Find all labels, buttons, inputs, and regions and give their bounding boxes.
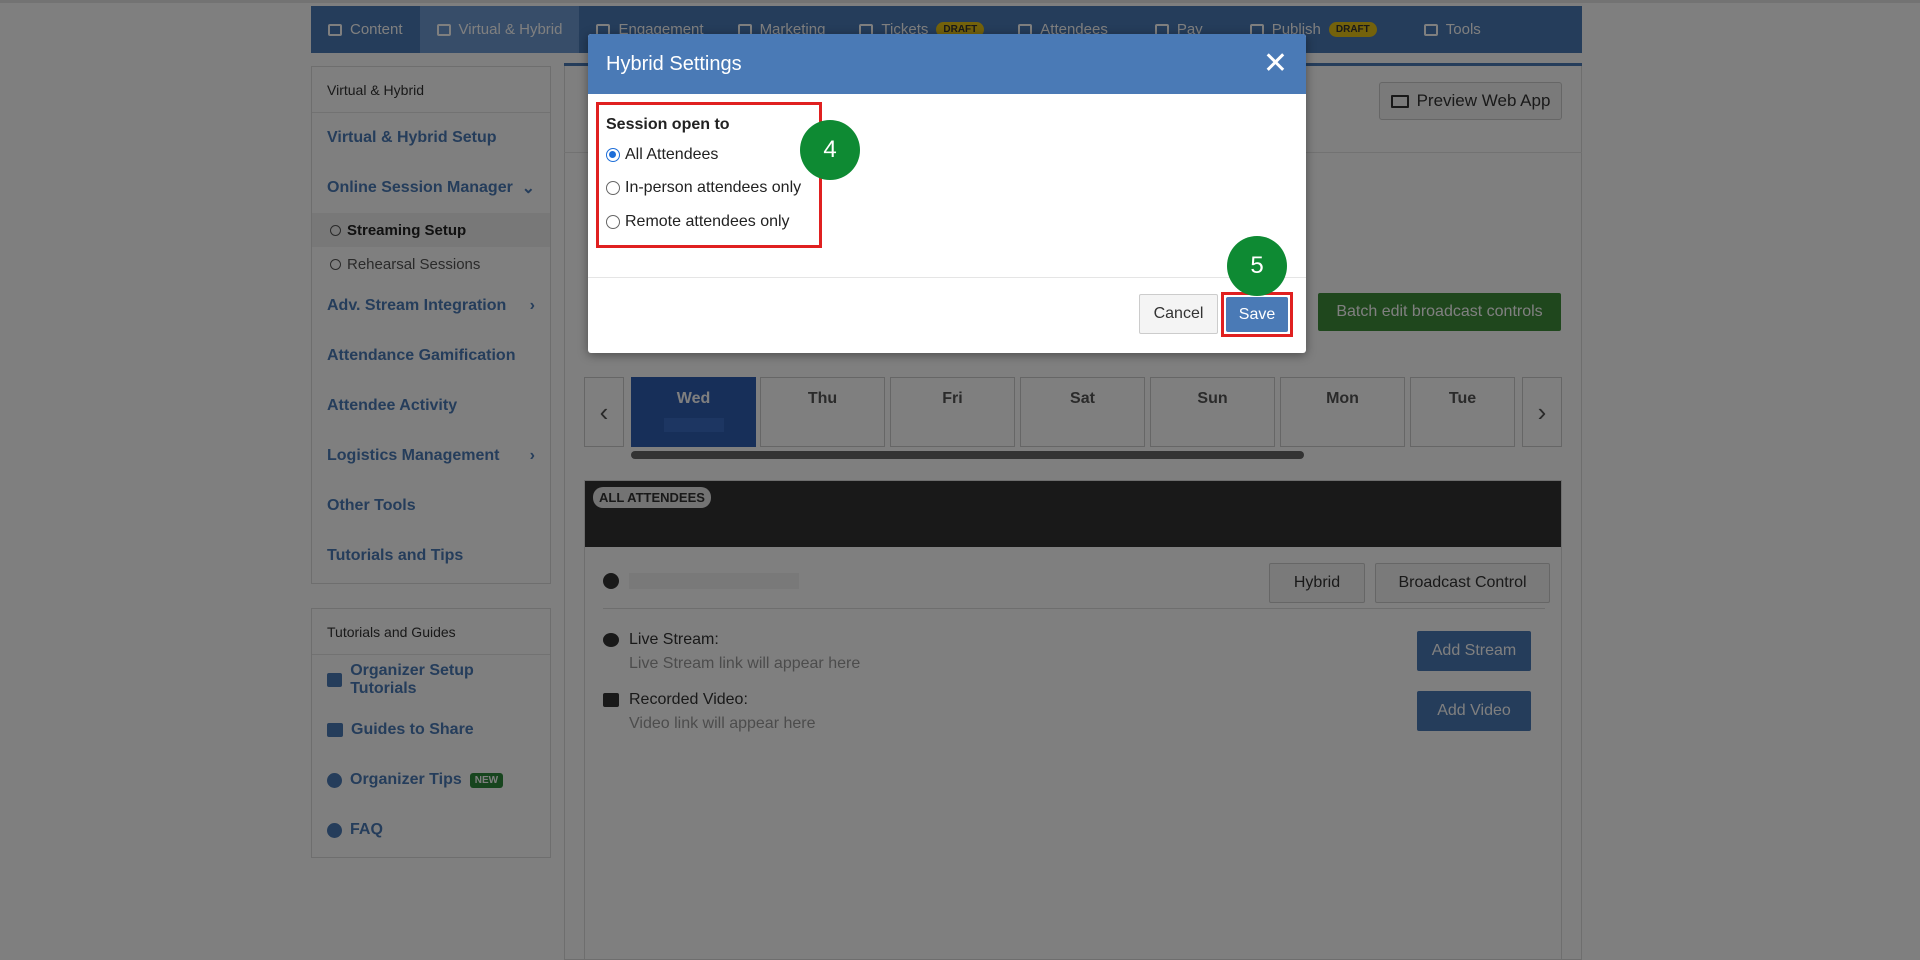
radio-button[interactable]: [606, 148, 620, 162]
radio-all-attendees[interactable]: All Attendees: [606, 146, 718, 164]
modal-header: Hybrid Settings ✕: [588, 34, 1306, 94]
modal-title: Hybrid Settings: [606, 52, 742, 75]
save-highlight-box: Save: [1221, 292, 1293, 337]
hybrid-settings-modal: Hybrid Settings ✕ Session open to All At…: [588, 34, 1306, 353]
radio-button[interactable]: [606, 181, 620, 195]
session-open-to-label: Session open to: [606, 116, 730, 133]
radio-in-person-only[interactable]: In-person attendees only: [606, 179, 801, 197]
modal-footer: Cancel Save: [588, 278, 1306, 353]
close-icon[interactable]: ✕: [1263, 49, 1288, 79]
modal-body: Session open to All Attendees In-person …: [588, 94, 1306, 278]
radio-remote-only[interactable]: Remote attendees only: [606, 213, 790, 231]
radio-label: Remote attendees only: [625, 213, 790, 230]
radio-button[interactable]: [606, 215, 620, 229]
cancel-button[interactable]: Cancel: [1139, 294, 1218, 334]
step-badge-4: 4: [800, 120, 860, 180]
save-button[interactable]: Save: [1226, 297, 1288, 332]
radio-label: In-person attendees only: [625, 179, 802, 196]
page: Content Virtual & Hybrid Engagement Mark…: [0, 0, 1920, 960]
step-badge-5: 5: [1227, 236, 1287, 296]
radio-label: All Attendees: [625, 146, 719, 163]
